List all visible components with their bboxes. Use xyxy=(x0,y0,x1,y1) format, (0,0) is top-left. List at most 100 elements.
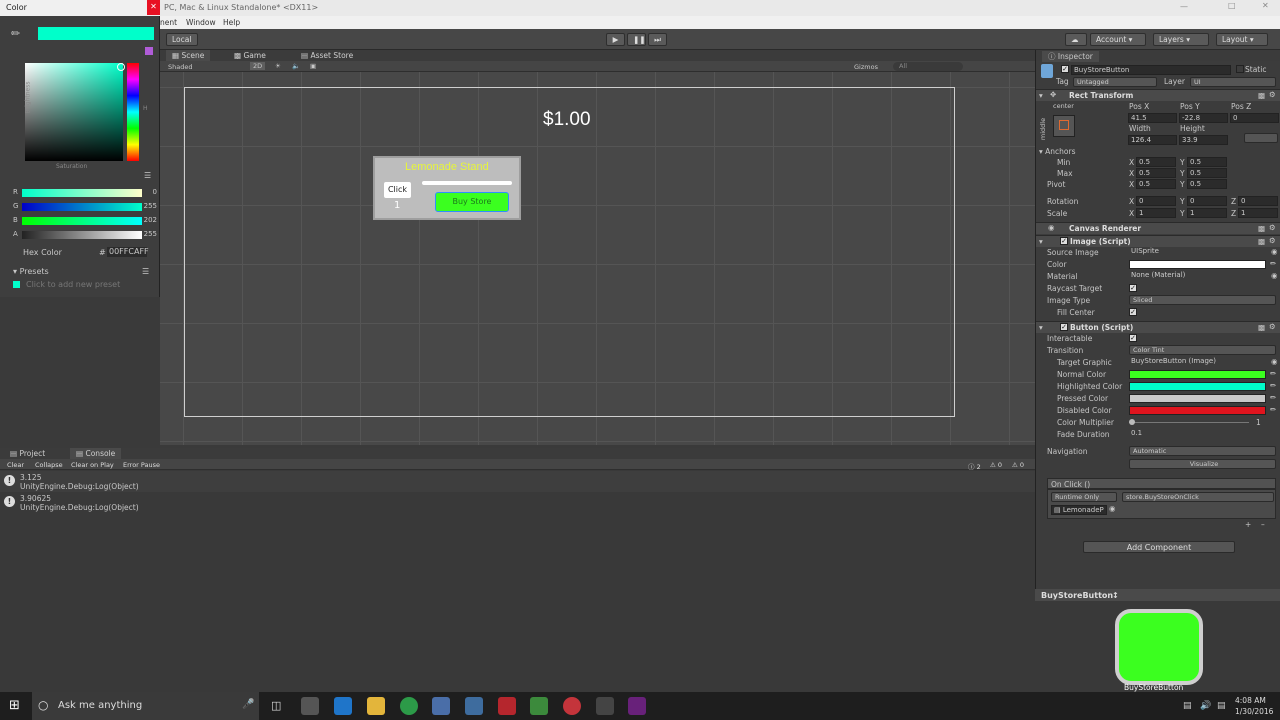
target-graphic-field[interactable]: BuyStoreButton (Image) xyxy=(1129,357,1266,367)
warning-count[interactable]: ⚠ 0 xyxy=(990,461,1002,469)
function-dropdown[interactable]: store.BuyStoreOnClick xyxy=(1122,492,1274,502)
progress-slider[interactable] xyxy=(422,181,512,185)
preset-swatch[interactable] xyxy=(13,281,20,288)
lighting-icon[interactable]: ☀ xyxy=(275,62,281,70)
collapse-button[interactable]: Collapse xyxy=(35,461,63,469)
scale-y-input[interactable]: 1 xyxy=(1187,208,1227,218)
tab-console[interactable]: ▤ Console xyxy=(70,448,122,459)
menu-item-component[interactable]: nent xyxy=(160,18,177,27)
pause-button[interactable]: ❚❚ xyxy=(627,33,646,46)
scale-x-input[interactable]: 1 xyxy=(1136,208,1176,218)
anchor-min-y-input[interactable]: 0.5 xyxy=(1187,157,1227,167)
store-icon[interactable] xyxy=(301,697,319,715)
tab-project[interactable]: ▤ Project xyxy=(4,448,51,459)
minimize-icon[interactable]: — xyxy=(1180,2,1188,11)
anchor-presets-button[interactable] xyxy=(1053,115,1075,137)
layers-dropdown[interactable]: Layers ▾ xyxy=(1153,33,1209,46)
pressed-color-swatch[interactable] xyxy=(1129,394,1266,403)
eyedropper-icon[interactable]: ✏ xyxy=(11,27,20,40)
close-icon[interactable]: ✕ xyxy=(147,0,160,15)
error-pause-toggle[interactable]: Error Pause xyxy=(123,461,160,469)
anchors-toggle[interactable]: ▾ Anchors xyxy=(1039,147,1076,156)
chrome-icon[interactable] xyxy=(400,697,418,715)
log-entry[interactable]: ! 3.90625 UnityEngine.Debug:Log(Object) xyxy=(0,492,1035,513)
shading-mode-dropdown[interactable]: Shaded xyxy=(168,63,192,71)
image-enabled-checkbox[interactable]: ✓ xyxy=(1060,237,1068,245)
network-icon[interactable]: ▤ xyxy=(1183,701,1192,711)
task-view-icon[interactable]: ◫ xyxy=(271,699,281,712)
saturation-brightness-field[interactable] xyxy=(25,63,123,161)
onclick-object-field[interactable]: ▤ LemonadeP xyxy=(1051,505,1107,515)
channel-b-value[interactable]: 202 xyxy=(137,216,157,224)
tab-scene[interactable]: ▦ Scene xyxy=(166,50,211,61)
layer-dropdown[interactable]: UI xyxy=(1190,77,1276,87)
channel-a-slider[interactable] xyxy=(22,231,142,239)
pivot-x-input[interactable]: 0.5 xyxy=(1136,179,1176,189)
log-entry[interactable]: ! 3.125 UnityEngine.Debug:Log(Object) xyxy=(0,471,1035,492)
presets-menu-icon[interactable]: ☰ xyxy=(142,267,149,276)
audio-icon[interactable]: 🔈 xyxy=(292,62,300,70)
channel-g-value[interactable]: 255 xyxy=(137,202,157,210)
channel-r-value[interactable]: 0 xyxy=(137,188,157,196)
clear-on-play-toggle[interactable]: Clear on Play xyxy=(71,461,114,469)
canvas-renderer-header[interactable]: ◉ Canvas Renderer ▩ ⚙ xyxy=(1036,222,1280,234)
close-window-icon[interactable]: ✕ xyxy=(1262,1,1269,10)
app-icon-3[interactable] xyxy=(498,697,516,715)
static-checkbox[interactable] xyxy=(1236,65,1244,73)
color-cursor[interactable] xyxy=(117,63,125,71)
play-button[interactable]: ▶ xyxy=(606,33,625,46)
presets-toggle[interactable]: ▾ Presets xyxy=(13,267,49,276)
raw-edit-button[interactable] xyxy=(1244,133,1278,143)
pivot-local-toggle[interactable]: Local xyxy=(166,33,198,46)
scale-z-input[interactable]: 1 xyxy=(1238,208,1278,218)
eyedropper-icon[interactable]: ✏ xyxy=(1270,393,1276,402)
active-checkbox[interactable]: ✓ xyxy=(1061,65,1069,73)
button-enabled-checkbox[interactable]: ✓ xyxy=(1060,323,1068,331)
eyedropper-icon[interactable]: ✏ xyxy=(1270,381,1276,390)
color-multiplier-slider[interactable] xyxy=(1129,422,1249,423)
normal-color-swatch[interactable] xyxy=(1129,370,1266,379)
unity-icon[interactable] xyxy=(596,697,614,715)
eyedropper-icon[interactable]: ✏ xyxy=(1270,259,1276,268)
rotation-x-input[interactable]: 0 xyxy=(1136,196,1176,206)
volume-icon[interactable]: 🔊 xyxy=(1200,701,1211,711)
gear-icon[interactable]: ⚙ xyxy=(1269,90,1276,99)
anchor-min-x-input[interactable]: 0.5 xyxy=(1136,157,1176,167)
gear-icon[interactable]: ⚙ xyxy=(1269,236,1276,245)
color-multiplier-value[interactable]: 1 xyxy=(1256,418,1261,427)
lemonade-stand-panel[interactable]: Lemonade Stand Click 1 Buy Store xyxy=(373,156,521,220)
anchor-max-x-input[interactable]: 0.5 xyxy=(1136,168,1176,178)
app-icon-4[interactable] xyxy=(530,697,548,715)
slider-mode-icon[interactable]: ☰ xyxy=(144,171,151,180)
notification-icon[interactable]: ▤ xyxy=(1217,701,1226,711)
mode-2d-toggle[interactable]: 2D xyxy=(250,62,266,70)
object-name-input[interactable]: BuyStoreButton xyxy=(1071,65,1231,75)
add-component-button[interactable]: Add Component xyxy=(1083,541,1235,553)
clear-button[interactable]: Clear xyxy=(7,461,24,469)
visual-studio-icon[interactable] xyxy=(628,697,646,715)
button-component-header[interactable]: ▾ ✓ Button (Script) ▩ ⚙ xyxy=(1036,321,1280,333)
remove-event-icon[interactable]: – xyxy=(1261,520,1265,529)
disabled-color-swatch[interactable] xyxy=(1129,406,1266,415)
channel-a-value[interactable]: 255 xyxy=(137,230,157,238)
gizmos-dropdown[interactable]: Gizmos xyxy=(854,63,878,71)
object-picker-icon[interactable]: ◉ xyxy=(1109,504,1116,513)
preview-header[interactable]: BuyStoreButton ↕ xyxy=(1035,589,1280,601)
scene-view[interactable]: $1.00 Lemonade Stand Click 1 Buy Store xyxy=(160,72,1035,445)
rotation-y-input[interactable]: 0 xyxy=(1187,196,1227,206)
tab-inspector[interactable]: ⓘ Inspector xyxy=(1042,51,1099,62)
cortana-search-box[interactable]: ○ Ask me anything 🎤 xyxy=(32,692,259,720)
add-event-icon[interactable]: + xyxy=(1245,520,1251,529)
microphone-icon[interactable]: 🎤 xyxy=(242,699,254,710)
pos-z-input[interactable]: 0 xyxy=(1230,113,1279,123)
buy-store-button[interactable]: Buy Store xyxy=(435,192,509,212)
image-type-dropdown[interactable]: Sliced xyxy=(1129,295,1276,305)
clock-time[interactable]: 4:08 AM xyxy=(1235,696,1266,705)
book-icon[interactable]: ▩ xyxy=(1258,323,1265,332)
width-input[interactable]: 126.4 xyxy=(1128,135,1177,145)
app-icon-1[interactable] xyxy=(432,697,450,715)
tab-game[interactable]: ▩ Game xyxy=(228,50,272,61)
transition-dropdown[interactable]: Color Tint xyxy=(1129,345,1276,355)
interactable-checkbox[interactable]: ✓ xyxy=(1129,334,1137,342)
image-color-swatch[interactable] xyxy=(1129,260,1266,269)
